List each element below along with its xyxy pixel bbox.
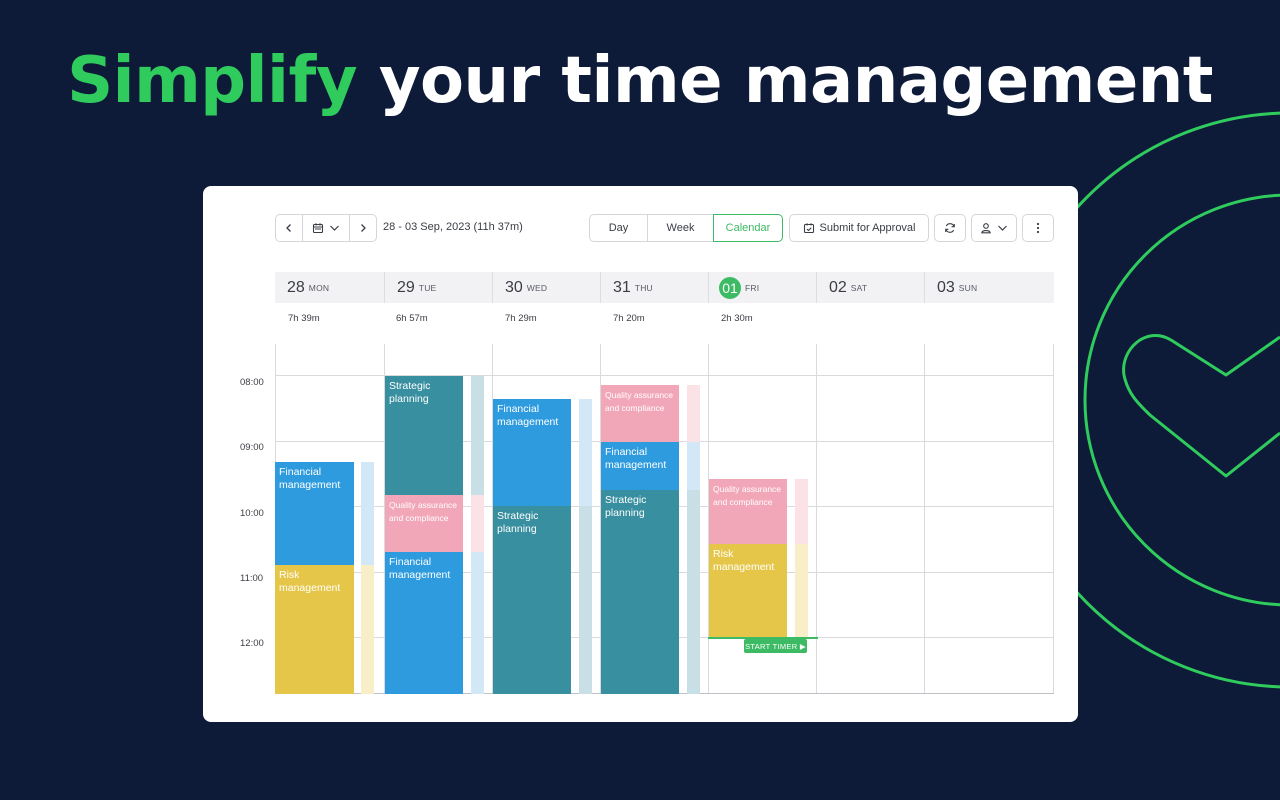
event-quality-assurance[interactable]: Quality assurance and compliance xyxy=(385,495,463,552)
day-header-wed[interactable]: 30 WED xyxy=(493,272,600,303)
time-label: 11:00 xyxy=(240,573,264,584)
day-number: 31 xyxy=(613,278,631,296)
event-financial-management[interactable]: Financial management xyxy=(385,552,463,694)
headline-accent: Simplify xyxy=(67,44,358,118)
tracked-time-bar xyxy=(361,565,374,694)
day-number: 29 xyxy=(397,278,415,296)
event-quality-assurance[interactable]: Quality assurance and compliance xyxy=(709,479,787,544)
time-label: 12:00 xyxy=(240,638,264,649)
submit-for-approval-button[interactable]: Submit for Approval xyxy=(789,214,929,242)
time-label: 10:00 xyxy=(240,508,264,519)
day-total-mon: 7h 39m xyxy=(288,313,320,324)
event-strategic-planning[interactable]: Strategic planning xyxy=(601,490,679,694)
tracked-time-bar xyxy=(579,506,592,694)
day-header-sun[interactable]: 03 SUN xyxy=(925,272,1054,303)
calendar-icon xyxy=(312,223,324,234)
day-name: MON xyxy=(308,282,330,293)
day-name: FRI xyxy=(745,282,760,293)
more-vertical-icon xyxy=(1036,222,1040,234)
submit-calendar-icon xyxy=(803,223,814,234)
grid-line xyxy=(816,344,817,694)
date-range-label: 28 - 03 Sep, 2023 (11h 37m) xyxy=(383,221,523,233)
day-number: 03 xyxy=(937,278,955,296)
tracked-time-bar xyxy=(687,490,700,694)
more-options-button[interactable] xyxy=(1022,214,1054,242)
next-week-button[interactable] xyxy=(349,214,377,242)
tracked-time-bar xyxy=(579,399,592,506)
view-calendar-tab[interactable]: Calendar xyxy=(713,214,783,242)
event-strategic-planning[interactable]: Strategic planning xyxy=(385,376,463,495)
day-header-mon[interactable]: 28 MON xyxy=(275,272,384,303)
heart-icon xyxy=(1122,333,1280,478)
time-label: 08:00 xyxy=(240,377,264,388)
day-header-fri[interactable]: 01 FRI xyxy=(709,272,816,303)
grid-line xyxy=(1053,344,1054,694)
start-timer-button[interactable]: START TIMER ▶ xyxy=(744,639,807,653)
tracked-time-bar xyxy=(795,479,808,544)
chevron-down-icon xyxy=(998,225,1007,231)
user-icon xyxy=(981,223,991,234)
tracked-time-bar xyxy=(795,544,808,637)
event-risk-management[interactable]: Risk management xyxy=(709,544,787,637)
tracked-time-bar xyxy=(471,376,484,495)
headline: Simplify your time management xyxy=(0,44,1280,118)
timesheet-calendar-card: 28 - 03 Sep, 2023 (11h 37m) Day Week Cal… xyxy=(203,186,1078,722)
user-filter-button[interactable] xyxy=(971,214,1017,242)
tracked-time-bar xyxy=(361,462,374,565)
day-name: WED xyxy=(526,282,548,293)
day-total-fri: 2h 30m xyxy=(721,313,753,324)
day-total-tue: 6h 57m xyxy=(396,313,428,324)
event-risk-management[interactable]: Risk management xyxy=(275,565,354,694)
view-week-tab[interactable]: Week xyxy=(647,214,714,242)
today-day-number: 01 xyxy=(719,276,741,299)
day-name: SUN xyxy=(958,282,978,293)
tracked-time-bar xyxy=(471,495,484,552)
event-financial-management[interactable]: Financial management xyxy=(601,442,679,490)
chevron-down-icon xyxy=(330,225,339,231)
day-total-thu: 7h 20m xyxy=(613,313,645,324)
day-name: TUE xyxy=(418,282,437,293)
headline-rest: your time management xyxy=(357,44,1214,118)
chevron-right-icon xyxy=(361,224,366,232)
event-strategic-planning[interactable]: Strategic planning xyxy=(493,506,571,694)
event-financial-management[interactable]: Financial management xyxy=(275,462,354,565)
day-header-thu[interactable]: 31 THU xyxy=(601,272,708,303)
day-header-tue[interactable]: 29 TUE xyxy=(385,272,492,303)
tracked-time-bar xyxy=(687,385,700,442)
grid-line xyxy=(924,344,925,694)
refresh-button[interactable] xyxy=(934,214,966,242)
day-number: 02 xyxy=(829,278,847,296)
submit-for-approval-label: Submit for Approval xyxy=(819,222,916,234)
tracked-time-bar xyxy=(471,552,484,694)
day-number: 30 xyxy=(505,278,523,296)
day-name: THU xyxy=(634,282,653,293)
previous-week-button[interactable] xyxy=(275,214,303,242)
day-header-sat[interactable]: 02 SAT xyxy=(817,272,924,303)
time-label: 09:00 xyxy=(240,442,264,453)
day-name: SAT xyxy=(850,282,868,293)
view-day-tab[interactable]: Day xyxy=(589,214,648,242)
day-number: 28 xyxy=(287,278,305,296)
day-total-wed: 7h 29m xyxy=(505,313,537,324)
date-picker-button[interactable] xyxy=(302,214,350,242)
event-financial-management[interactable]: Financial management xyxy=(493,399,571,506)
event-quality-assurance[interactable]: Quality assurance and compliance xyxy=(601,385,679,442)
chevron-left-icon xyxy=(286,224,291,232)
refresh-icon xyxy=(945,223,955,233)
tracked-time-bar xyxy=(687,442,700,490)
